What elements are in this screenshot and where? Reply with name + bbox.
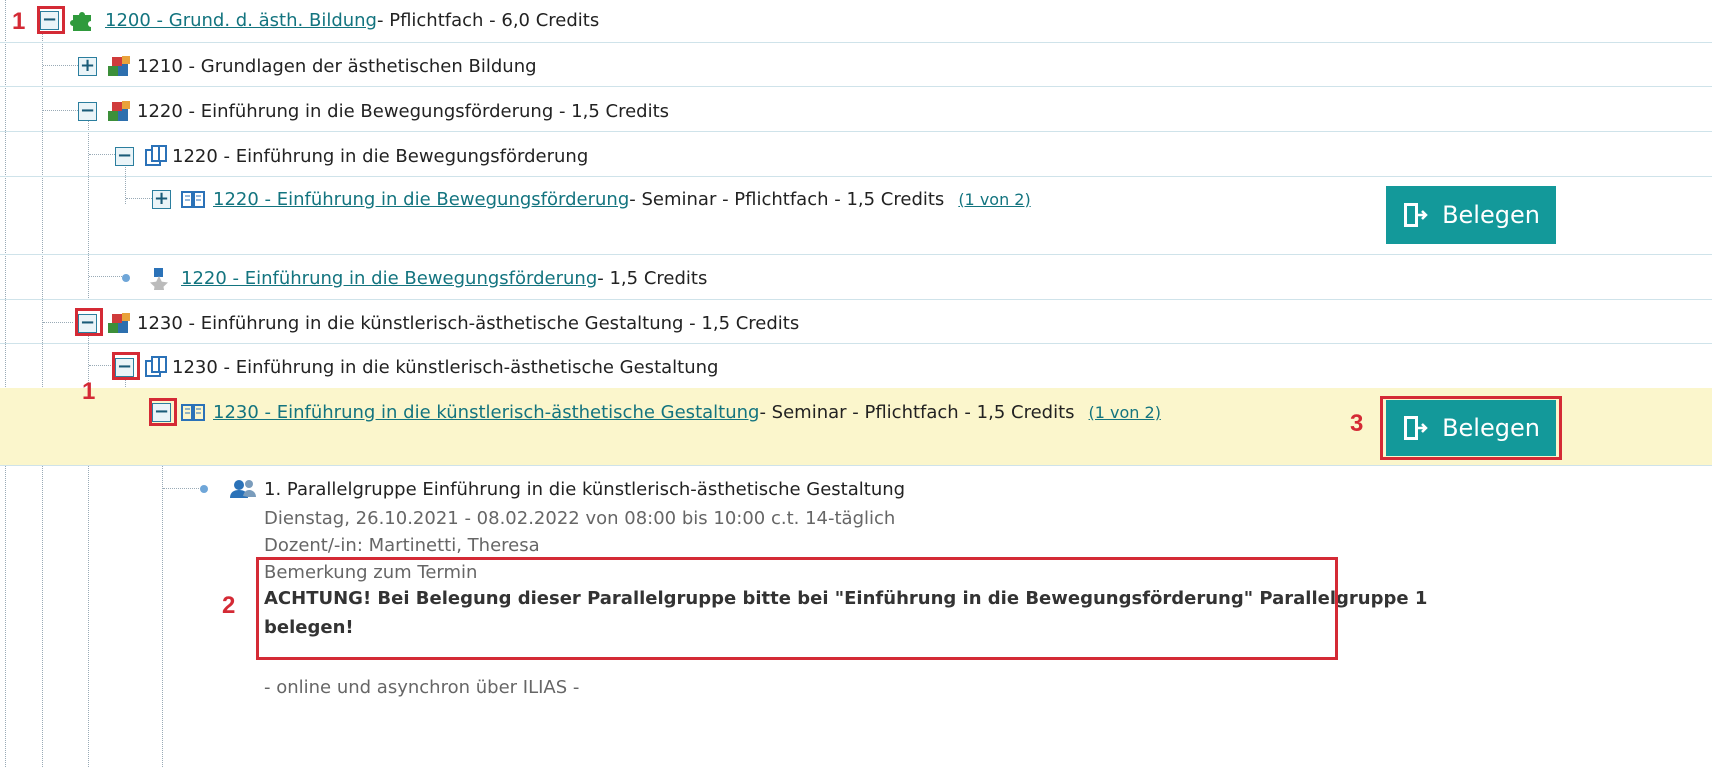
seminar-link-1230[interactable]: 1230 - Einführung in die künstlerisch-äs… (213, 402, 759, 423)
tree-node-1230-course: − 1230 - Einführung in die künstlerisch-… (115, 355, 718, 379)
annotation-box-toggle-1200 (37, 6, 65, 34)
expand-toggle[interactable]: + (78, 56, 97, 76)
node-label: 1220 - Einführung in die Bewegungsförder… (137, 100, 670, 122)
annotation-box-note (256, 557, 1338, 660)
tree-node-1200: − 1200 - Grund. d. ästh. Bildung - Pflic… (40, 9, 599, 31)
annotation-label: 1 (82, 378, 96, 405)
tree-node-1220-seminar: + 1220 - Einführung in die Bewegungsförd… (152, 188, 1031, 210)
annotation-label: 3 (1350, 410, 1364, 437)
collapse-toggle[interactable]: − (115, 146, 134, 166)
expand-toggle[interactable]: + (152, 189, 171, 209)
tree-node-1210: + 1210 - Grundlagen der ästhetischen Bil… (78, 54, 537, 78)
annotation-box-toggle-1230-course (112, 352, 140, 380)
tree-line (163, 488, 199, 489)
tree-node-1230-seminar: − 1230 - Einführung in die künstlerisch-… (152, 401, 1161, 423)
course-copies-icon (143, 144, 169, 168)
course-copies-icon (143, 355, 169, 379)
book-icon (180, 188, 206, 210)
group-title: 1. Parallelgruppe Einführung in die küns… (264, 478, 906, 500)
exam-link-1220[interactable]: 1220 - Einführung in die Bewegungsförder… (181, 268, 597, 289)
node-label: 1230 - Einführung in die künstlerisch-äs… (172, 356, 719, 378)
group-lecturer: Dozent/-in: Martinetti, Theresa (264, 535, 540, 556)
belegen-label: Belegen (1442, 201, 1540, 229)
annotation-box-toggle-1230-seminar (149, 398, 177, 426)
tree-node-1220: − 1220 - Einführung in die Bewegungsförd… (78, 99, 669, 123)
puzzle-icon (68, 9, 96, 31)
annotation-label: 2 (222, 592, 236, 619)
door-enter-icon (1404, 203, 1428, 227)
books-stack-icon (106, 311, 134, 335)
node-label: 1220 - Einführung in die Bewegungsförder… (172, 145, 589, 167)
group-schedule: Dienstag, 26.10.2021 - 08.02.2022 von 08… (264, 508, 896, 529)
seminar-meta: - Seminar - Pflichtfach - 1,5 Credits (759, 401, 1075, 423)
seminar-meta: - Seminar - Pflichtfach - 1,5 Credits (629, 188, 945, 210)
node-label: 1210 - Grundlagen der ästhetischen Bildu… (137, 55, 537, 77)
module-meta: - Pflichtfach - 6,0 Credits (377, 9, 600, 31)
parallel-group: 1. Parallelgruppe Einführung in die küns… (200, 478, 905, 500)
tree-node-1220-course: − 1220 - Einführung in die Bewegungsförd… (115, 144, 588, 168)
group-count-link[interactable]: (1 von 2) (1089, 403, 1161, 422)
exam-meta: - 1,5 Credits (597, 267, 708, 289)
bullet-dot (122, 274, 130, 282)
collapse-toggle[interactable]: − (78, 101, 97, 121)
belegen-button[interactable]: Belegen (1386, 186, 1556, 244)
tree-line (162, 430, 163, 767)
node-label: 1230 - Einführung in die künstlerisch-äs… (137, 312, 800, 334)
books-stack-icon (106, 54, 134, 78)
group-extra-note: - online und asynchron über ILIAS - (264, 677, 580, 698)
module-link-1200[interactable]: 1200 - Grund. d. ästh. Bildung (105, 10, 377, 31)
bullet-dot (200, 485, 208, 493)
exam-award-icon (148, 266, 170, 290)
group-users-icon (228, 478, 258, 500)
book-icon (180, 401, 206, 423)
annotation-box-belegen (1380, 396, 1562, 460)
tree-node-1230: − 1230 - Einführung in die künstlerisch-… (78, 311, 799, 335)
group-count-link[interactable]: (1 von 2) (958, 190, 1030, 209)
seminar-link-1220[interactable]: 1220 - Einführung in die Bewegungsförder… (213, 189, 629, 210)
books-stack-icon (106, 99, 134, 123)
annotation-box-toggle-1230 (75, 308, 103, 336)
annotation-label: 1 (12, 8, 26, 35)
tree-node-1220-exam: 1220 - Einführung in die Bewegungsförder… (122, 266, 707, 290)
